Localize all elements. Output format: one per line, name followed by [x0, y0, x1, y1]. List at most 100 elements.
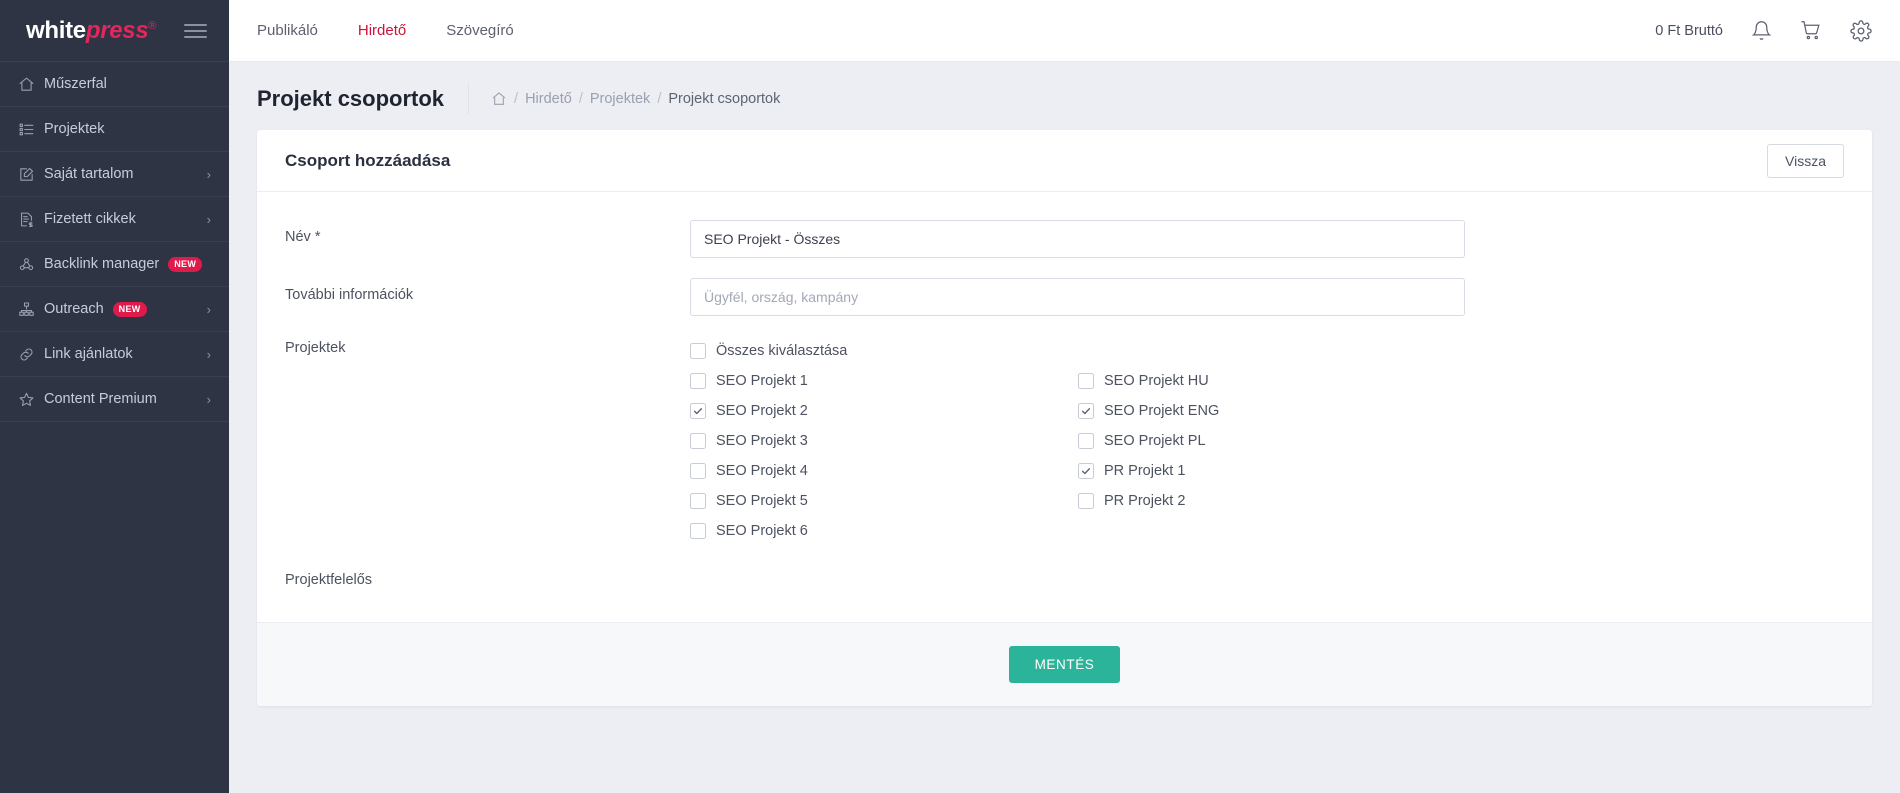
bell-icon[interactable]: [1751, 20, 1772, 41]
home-icon[interactable]: [491, 91, 507, 107]
chevron-right-icon: ›: [206, 166, 211, 182]
sidebar-item-saj-t-tartalom[interactable]: Saját tartalom ›: [0, 152, 229, 197]
checkbox-icon[interactable]: [690, 463, 706, 479]
sidebar-item-content-premium[interactable]: Content Premium ›: [0, 377, 229, 422]
hamburger-icon[interactable]: [184, 20, 207, 42]
checkbox-label[interactable]: SEO Projekt PL: [1104, 433, 1206, 449]
topnav-item-hirdet[interactable]: Hirdető: [338, 0, 426, 61]
whitepress-logo[interactable]: whitepress®: [26, 17, 156, 45]
checkbox-icon[interactable]: [690, 373, 706, 389]
logo-press-text: press: [85, 16, 149, 44]
app-root: whitepress® Műszerfal Projektek Saját tart…: [0, 0, 1900, 793]
sidebar-item-label: Műszerfal: [44, 76, 107, 92]
checkbox-row: SEO Projekt 3 SEO Projekt PL: [690, 426, 1844, 456]
new-badge: NEW: [112, 301, 147, 317]
checkbox-item[interactable]: SEO Projekt 2: [690, 403, 1078, 419]
sidebar-logo-row: whitepress®: [0, 0, 229, 62]
field-row-projects: Projektek Összes kiválasztása SEO Projekt…: [285, 336, 1844, 546]
sidebar-item-projektek[interactable]: Projektek: [0, 107, 229, 152]
sidebar-item-link-aj-nlatok[interactable]: Link ajánlatok ›: [0, 332, 229, 377]
checkbox-row: SEO Projekt 1 SEO Projekt HU: [690, 366, 1844, 396]
checkbox-item[interactable]: SEO Projekt 3: [690, 433, 1078, 449]
breadcrumb-item-projektek[interactable]: Projektek: [590, 91, 650, 107]
name-input[interactable]: [690, 220, 1465, 258]
checkbox-row: SEO Projekt 4 PR Projekt 1: [690, 456, 1844, 486]
back-button[interactable]: Vissza: [1767, 143, 1844, 178]
sidebar-item-outreach[interactable]: Outreach NEW ›: [0, 287, 229, 332]
chevron-right-icon: ›: [206, 211, 211, 227]
checkbox-icon[interactable]: [1078, 373, 1094, 389]
checkbox-grid: Összes kiválasztása SEO Projekt 1 SEO Proj…: [690, 336, 1844, 546]
breadcrumb-item-projekt-csoportok: Projekt csoportok: [668, 91, 781, 107]
checkbox-icon[interactable]: [1078, 493, 1094, 509]
checkbox-label[interactable]: SEO Projekt HU: [1104, 373, 1209, 389]
checkbox-icon[interactable]: [1078, 433, 1094, 449]
topnav-item-publik-l[interactable]: Publikáló: [229, 0, 338, 61]
checkbox-row: SEO Projekt 5 PR Projekt 2: [690, 486, 1844, 516]
sidebar-item-label: Outreach: [44, 301, 104, 317]
checkbox-label[interactable]: Összes kiválasztása: [716, 343, 847, 359]
breadcrumb-separator: /: [514, 91, 519, 107]
checkbox-item[interactable]: SEO Projekt 4: [690, 463, 1078, 479]
sidebar: whitepress® Műszerfal Projektek Saját tart…: [0, 0, 229, 793]
field-row-owner: Projektfelelős: [285, 570, 1844, 588]
projects-checkbox-area: Összes kiválasztása SEO Projekt 1 SEO Proj…: [690, 336, 1844, 546]
hamburger-bar: [184, 23, 207, 26]
sidebar-item-label: Fizetett cikkek: [44, 211, 136, 227]
chevron-right-icon: ›: [206, 301, 211, 317]
checkbox-label[interactable]: SEO Projekt 6: [716, 523, 808, 539]
checkbox-checked-icon[interactable]: [690, 403, 706, 419]
checkbox-label[interactable]: SEO Projekt 4: [716, 463, 808, 479]
checkbox-label[interactable]: PR Projekt 1: [1104, 463, 1185, 479]
field-row-info: További információk: [285, 278, 1844, 316]
card-header: Csoport hozzáadása Vissza: [257, 130, 1872, 192]
breadcrumb-separator: /: [657, 91, 662, 107]
checkbox-checked-icon[interactable]: [1078, 463, 1094, 479]
form-card: Csoport hozzáadása Vissza Név * További …: [257, 130, 1872, 706]
sidebar-item-fizetett-cikkek[interactable]: Fizetett cikkek ›: [0, 197, 229, 242]
checkbox-icon[interactable]: [690, 343, 706, 359]
checkbox-icon[interactable]: [690, 523, 706, 539]
checkbox-item[interactable]: PR Projekt 2: [1078, 493, 1466, 509]
topbar-nav: Publikáló Hirdető Szövegíró: [229, 0, 534, 61]
checkbox-item[interactable]: Összes kiválasztása: [690, 343, 1078, 359]
checkbox-icon[interactable]: [690, 493, 706, 509]
checkbox-row: Összes kiválasztása: [690, 336, 1844, 366]
gear-icon[interactable]: [1850, 19, 1872, 42]
backlink-icon: [18, 256, 44, 273]
document-dollar-icon: [18, 211, 44, 228]
checkbox-label[interactable]: SEO Projekt 1: [716, 373, 808, 389]
checkbox-item[interactable]: SEO Projekt PL: [1078, 433, 1466, 449]
checkbox-item[interactable]: PR Projekt 1: [1078, 463, 1466, 479]
chevron-right-icon: ›: [206, 391, 211, 407]
checkbox-label[interactable]: SEO Projekt ENG: [1104, 403, 1219, 419]
sidebar-item-m-szerfal[interactable]: Műszerfal: [0, 62, 229, 107]
breadcrumb-item-hirdet[interactable]: Hirdető: [525, 91, 572, 107]
checkbox-item[interactable]: SEO Projekt 1: [690, 373, 1078, 389]
checkbox-icon[interactable]: [690, 433, 706, 449]
checkbox-item[interactable]: SEO Projekt ENG: [1078, 403, 1466, 419]
checkbox-label[interactable]: PR Projekt 2: [1104, 493, 1185, 509]
topbar: Publikáló Hirdető Szövegíró 0 Ft Bruttó: [229, 0, 1900, 62]
topnav-item-sz-veg-r[interactable]: Szövegíró: [426, 0, 534, 61]
info-input[interactable]: [690, 278, 1465, 316]
checkbox-item[interactable]: SEO Projekt 5: [690, 493, 1078, 509]
card-body: Név * További információk Projektek Össz…: [257, 192, 1872, 622]
checkbox-item[interactable]: SEO Projekt 6: [690, 523, 1078, 539]
sidebar-item-backlink-manager[interactable]: Backlink manager NEW: [0, 242, 229, 287]
checkbox-item[interactable]: SEO Projekt HU: [1078, 373, 1466, 389]
checkbox-checked-icon[interactable]: [1078, 403, 1094, 419]
checkbox-row: SEO Projekt 6: [690, 516, 1844, 546]
name-field-control: [690, 220, 1465, 258]
projects-field-label: Projektek: [285, 340, 346, 356]
checkbox-row: SEO Projekt 2 SEO Projekt ENG: [690, 396, 1844, 426]
header-divider: [468, 84, 470, 114]
checkbox-label[interactable]: SEO Projekt 5: [716, 493, 808, 509]
owner-field-label: Projektfelelős: [285, 572, 373, 588]
new-badge: NEW: [168, 256, 203, 272]
checkbox-label[interactable]: SEO Projekt 3: [716, 433, 808, 449]
save-button[interactable]: MENTÉS: [1008, 646, 1121, 683]
checkbox-label[interactable]: SEO Projekt 2: [716, 403, 808, 419]
chevron-right-icon: ›: [206, 346, 211, 362]
cart-icon[interactable]: [1800, 20, 1822, 41]
